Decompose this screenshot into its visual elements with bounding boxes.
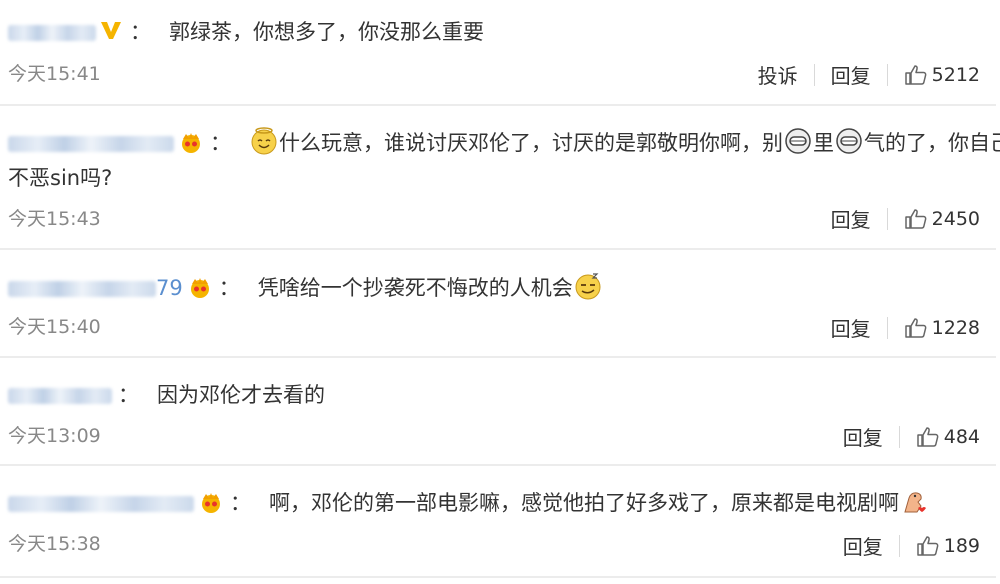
reply-button[interactable]: 回复 bbox=[843, 531, 883, 560]
comment-text: 里 bbox=[813, 131, 834, 155]
blurred-username bbox=[8, 136, 174, 152]
action-divider bbox=[813, 63, 815, 86]
comment-time: 今天15:38 bbox=[8, 533, 101, 555]
username[interactable] bbox=[8, 383, 112, 407]
comment-text: 气的了，你自己 bbox=[864, 131, 1000, 155]
like-button[interactable]: 484 bbox=[916, 425, 980, 449]
thumbs-up-icon bbox=[916, 426, 939, 447]
like-button[interactable]: 2450 bbox=[904, 207, 980, 231]
thumbs-up-icon bbox=[904, 64, 927, 85]
username-visible: 79 bbox=[156, 276, 183, 300]
blurred-username bbox=[8, 496, 194, 512]
separator: ： bbox=[118, 383, 139, 407]
blurred-username bbox=[8, 281, 156, 297]
action-divider bbox=[886, 316, 888, 339]
verified-v-icon bbox=[101, 22, 121, 39]
comment-line: ： 郭绿茶，你想多了，你没那么重要 bbox=[8, 17, 484, 47]
like-button[interactable]: 1228 bbox=[904, 316, 980, 340]
comment-time: 今天13:09 bbox=[8, 425, 101, 447]
reply-button[interactable]: 回复 bbox=[831, 313, 871, 342]
like-count: 484 bbox=[943, 425, 980, 448]
bow-emoji bbox=[904, 492, 926, 513]
separator: ： bbox=[230, 491, 251, 515]
username[interactable] bbox=[8, 131, 174, 155]
action-divider bbox=[898, 425, 900, 448]
like-count: 2450 bbox=[931, 207, 980, 230]
separator: ： bbox=[218, 276, 240, 300]
comment-line: ： 什么玩意，谁说讨厌邓伦了，讨厌的是郭敬明你啊，别 里 气的了，你自己 bbox=[8, 126, 1000, 158]
reply-button[interactable]: 回复 bbox=[831, 60, 871, 89]
thumbs-up-icon bbox=[904, 317, 927, 338]
comment-text: 因为邓伦才去看的 bbox=[157, 383, 325, 407]
vip-crown-icon bbox=[190, 278, 209, 298]
like-count: 1228 bbox=[931, 316, 980, 339]
comment-text: 凭啥给一个抄袭死不悔改的人机会 bbox=[257, 276, 573, 300]
reply-button[interactable]: 回复 bbox=[831, 204, 871, 233]
comment-item: ： 郭绿茶，你想多了，你没那么重要 今天15:41 投诉 回复 5212 bbox=[0, 0, 1000, 104]
action-divider bbox=[898, 534, 900, 557]
comment-line: ： 因为邓伦才去看的 bbox=[8, 380, 325, 410]
comment-item: ： 什么玩意，谁说讨厌邓伦了，讨厌的是郭敬明你啊，别 里 气的了，你自己 不恶sin吗… bbox=[0, 106, 1000, 248]
action-divider bbox=[886, 63, 888, 86]
lips-emoji bbox=[836, 128, 862, 154]
like-button[interactable]: 189 bbox=[916, 534, 980, 558]
smug-emoji bbox=[575, 273, 601, 300]
blurred-username bbox=[8, 388, 112, 404]
comment-item: ： 因为邓伦才去看的 今天13:09 回复 484 bbox=[0, 358, 1000, 464]
like-count: 5212 bbox=[931, 63, 980, 86]
comment-actions: 回复 2450 bbox=[831, 204, 980, 233]
thumbs-up-icon bbox=[904, 208, 927, 229]
username[interactable]: 79 bbox=[8, 276, 183, 300]
comment-list: ： 郭绿茶，你想多了，你没那么重要 今天15:41 投诉 回复 5212 ： 什么玩… bbox=[0, 0, 1000, 584]
divider bbox=[0, 576, 996, 578]
comment-actions: 回复 1228 bbox=[831, 313, 980, 342]
comment-text: 什么玩意，谁说讨厌邓伦了，讨厌的是郭敬明你啊，别 bbox=[279, 131, 783, 155]
thumbs-up-icon bbox=[916, 535, 939, 556]
lips-emoji bbox=[785, 128, 811, 154]
comment-text: 郭绿茶，你想多了，你没那么重要 bbox=[169, 20, 484, 44]
comment-line: 79 ： 凭啥给一个抄袭死不悔改的人机会 bbox=[8, 271, 603, 303]
comment-actions: 回复 484 bbox=[843, 422, 980, 451]
comment-item: ：啊，邓伦的第一部电影嘛，感觉他拍了好多戏了，原来都是电视剧啊 今天15:38 … bbox=[0, 466, 1000, 576]
vip-crown-icon bbox=[182, 133, 200, 153]
reply-button[interactable]: 回复 bbox=[843, 422, 883, 451]
vip-crown-icon bbox=[202, 493, 220, 513]
blurred-username bbox=[8, 25, 96, 41]
comment-item: 79 ： 凭啥给一个抄袭死不悔改的人机会 今天15:40 回复 1228 bbox=[0, 250, 1000, 356]
separator: ： bbox=[130, 20, 151, 44]
username[interactable] bbox=[8, 491, 194, 515]
username[interactable] bbox=[8, 20, 96, 44]
comment-text: 啊，邓伦的第一部电影嘛，感觉他拍了好多戏了，原来都是电视剧啊 bbox=[269, 491, 899, 515]
comment-time: 今天15:41 bbox=[8, 63, 101, 85]
halo-smile-emoji bbox=[251, 127, 277, 155]
report-button[interactable]: 投诉 bbox=[758, 60, 798, 89]
comment-actions: 投诉 回复 5212 bbox=[758, 60, 980, 89]
like-count: 189 bbox=[943, 534, 980, 557]
like-button[interactable]: 5212 bbox=[904, 63, 980, 87]
action-divider bbox=[886, 207, 888, 230]
comment-line: ： 啊，邓伦的第一部电影嘛，感觉他拍了好多戏了，原来都是电视剧啊 bbox=[8, 486, 929, 518]
comment-time: 今天15:43 bbox=[8, 208, 101, 230]
separator: ： bbox=[210, 131, 231, 155]
comment-text-line2: 不恶sin吗? bbox=[8, 166, 113, 190]
comment-time: 今天15:40 bbox=[8, 316, 101, 338]
comment-actions: 回复 189 bbox=[843, 531, 980, 560]
